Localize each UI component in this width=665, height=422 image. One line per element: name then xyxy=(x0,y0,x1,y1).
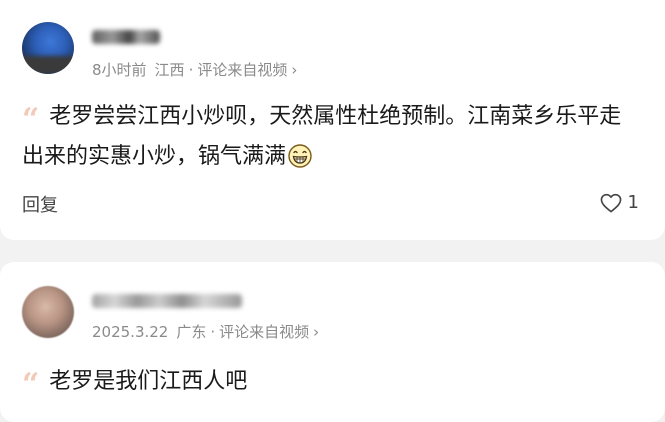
comment-card: 8小时前 江西 · 评论来自视频 › “老罗尝尝江西小炒呗，天然属性杜绝预制。江… xyxy=(0,0,665,240)
comment-text-block: “老罗尝尝江西小炒呗，天然属性杜绝预制。江南菜乡乐平走出来的实惠小炒，锅气满满 xyxy=(22,97,642,177)
heart-icon xyxy=(600,193,621,212)
quote-icon: “ xyxy=(22,102,40,137)
comment-text-block: “ 老罗是我们江西人吧 xyxy=(22,362,642,402)
username-blurred[interactable] xyxy=(92,294,242,308)
comment-source: 评论来自视频 xyxy=(219,323,310,341)
chevron-right-icon: › xyxy=(313,322,320,341)
comment-text: 老罗尝尝江西小炒呗，天然属性杜绝预制。江南菜乡乐平走出来的实惠小炒，锅气满满 xyxy=(22,104,622,169)
grinning-face-icon xyxy=(288,144,312,168)
chevron-right-icon: › xyxy=(291,60,298,79)
reply-button[interactable]: 回复 xyxy=(22,191,58,217)
comment-meta[interactable]: 8小时前 江西 · 评论来自视频 › xyxy=(92,59,297,80)
username-blurred[interactable] xyxy=(92,30,160,44)
comment-text: 老罗是我们江西人吧 xyxy=(49,369,248,394)
like-count: 1 xyxy=(627,192,639,213)
avatar[interactable] xyxy=(22,22,74,74)
like-button[interactable]: 1 xyxy=(600,192,639,213)
quote-icon: “ xyxy=(22,367,40,402)
avatar[interactable] xyxy=(22,286,74,338)
comment-source: 评论来自视频 xyxy=(197,61,288,79)
comment-time: 8小时前 xyxy=(92,61,147,79)
comment-meta[interactable]: 2025.3.22 广东 · 评论来自视频 › xyxy=(92,321,319,342)
comment-location: 江西 xyxy=(154,61,185,79)
comment-time: 2025.3.22 xyxy=(92,322,169,341)
separator-dot: · xyxy=(210,322,216,341)
separator-dot: · xyxy=(188,60,194,79)
comment-location: 广东 xyxy=(176,323,207,341)
